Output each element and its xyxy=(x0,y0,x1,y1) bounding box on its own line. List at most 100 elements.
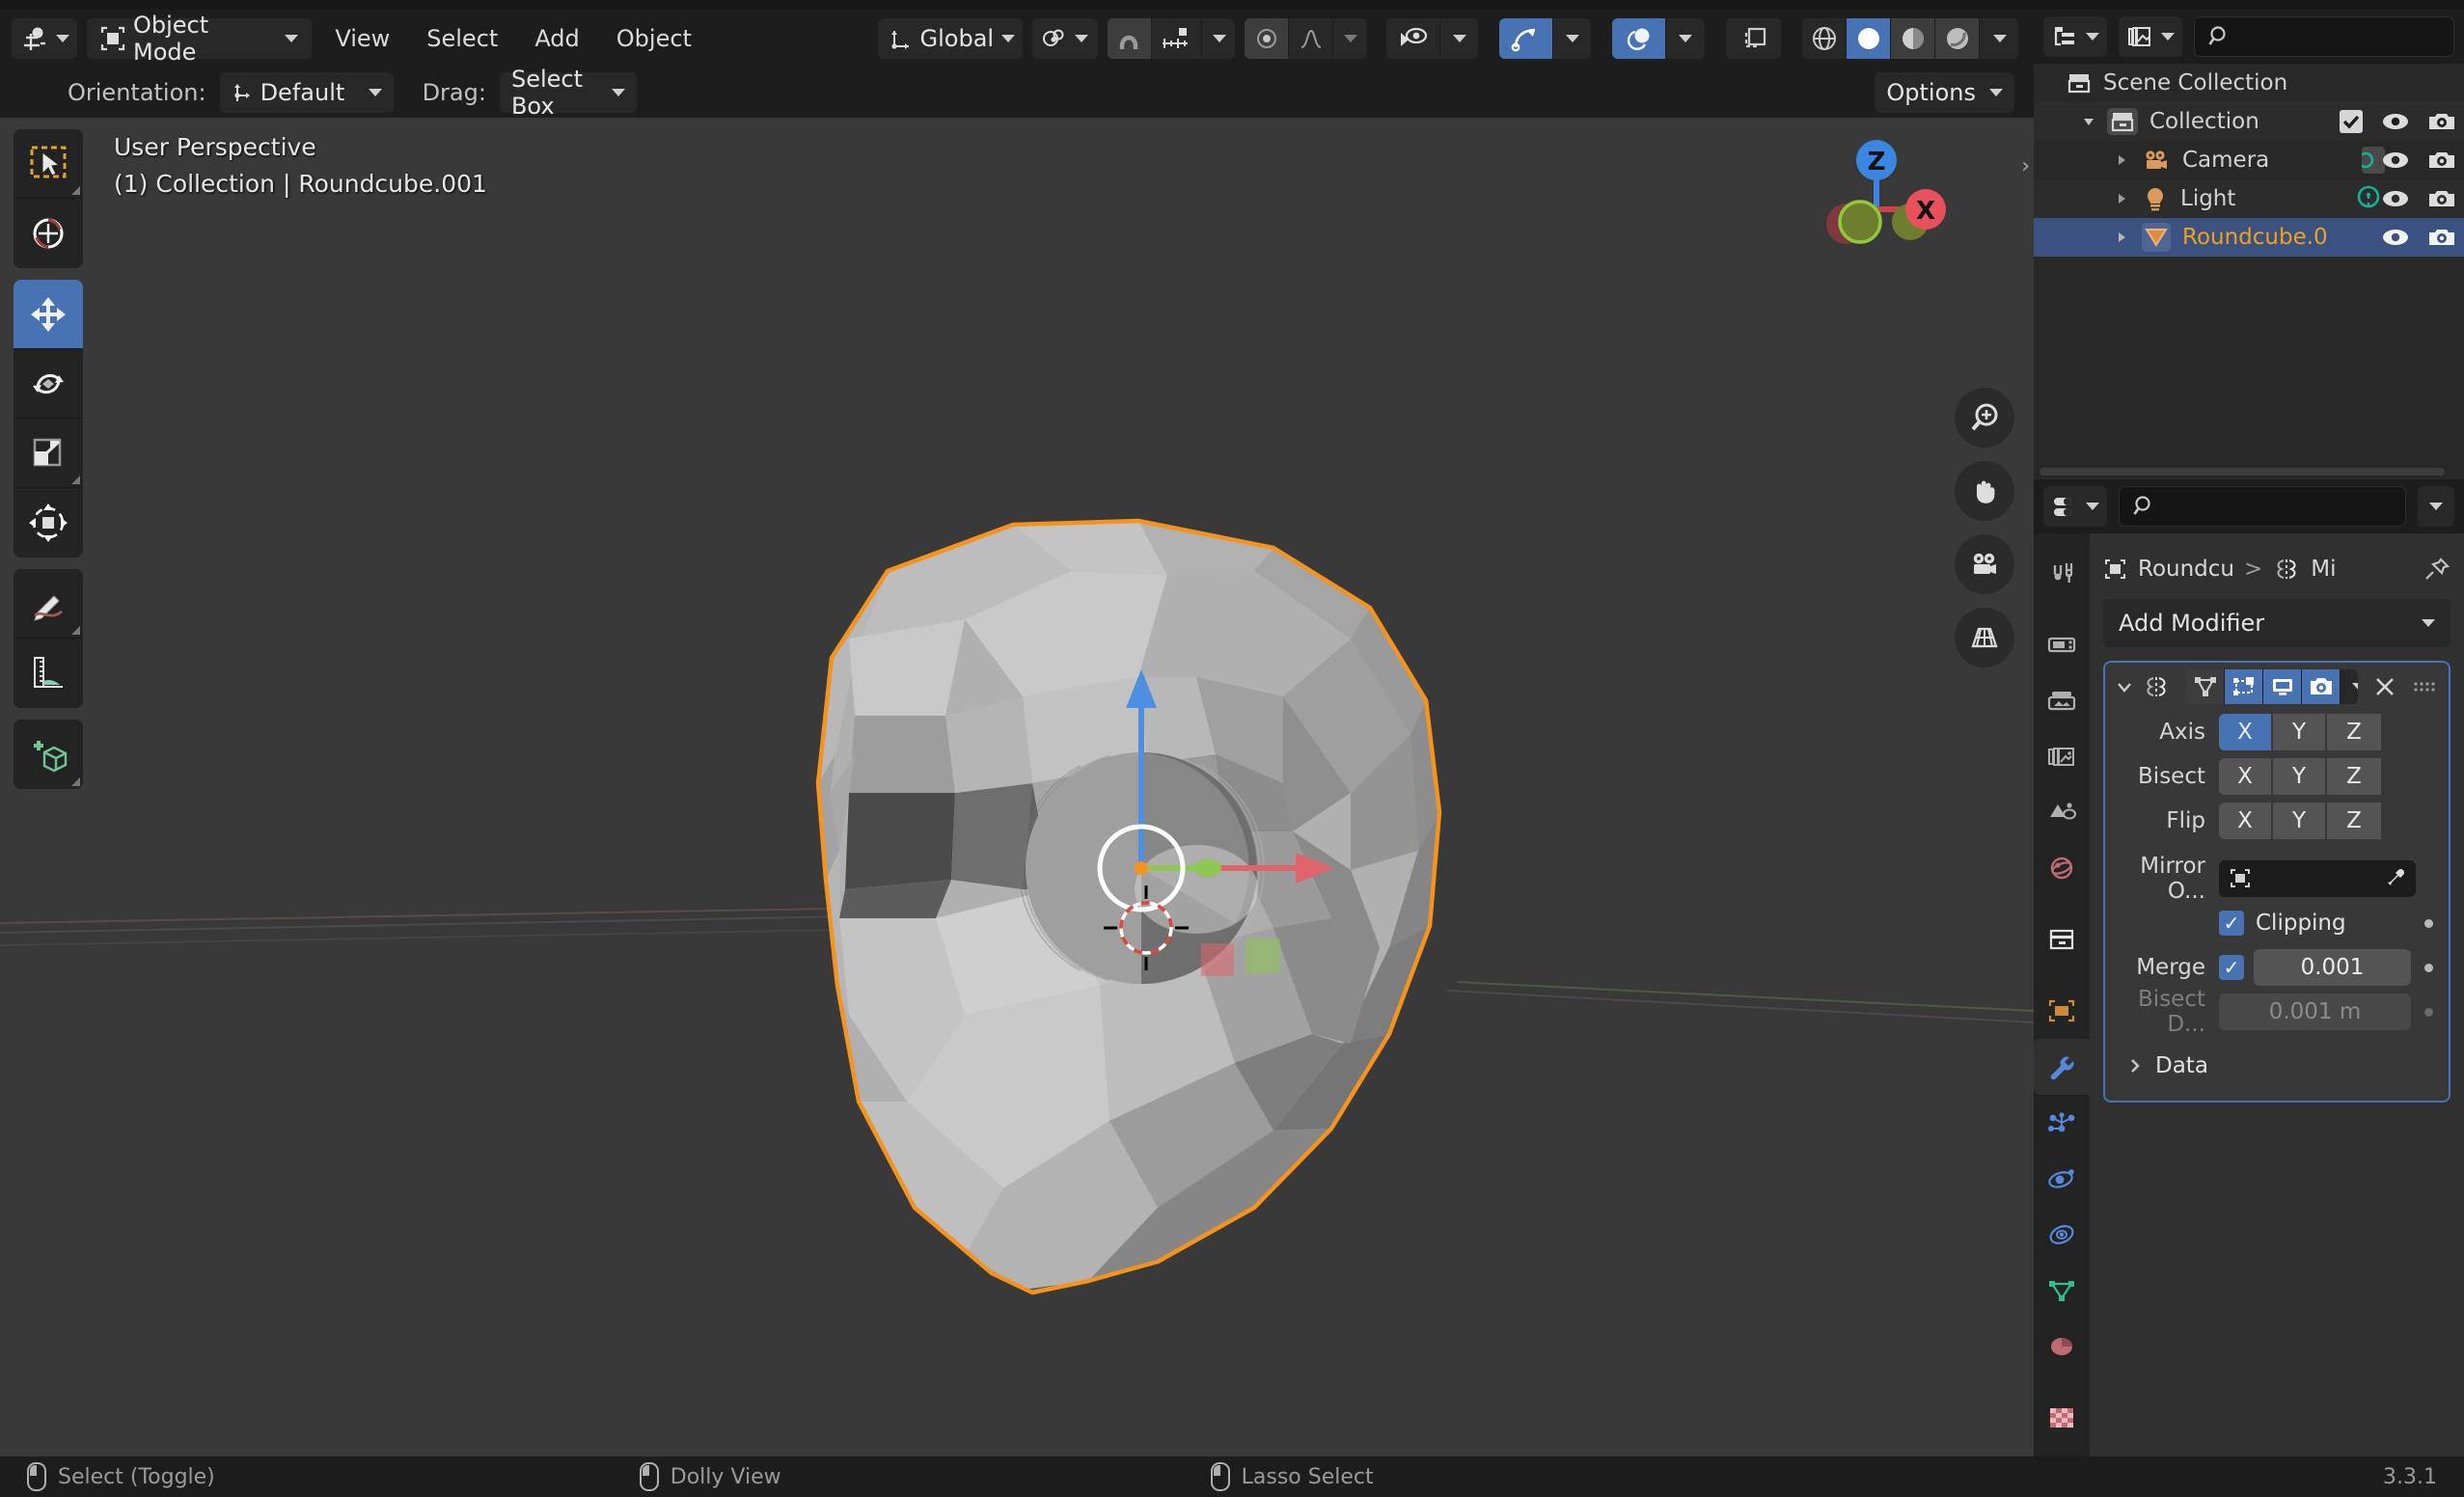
breadcrumb-object[interactable]: Roundcu xyxy=(2138,557,2234,582)
snap-settings[interactable] xyxy=(1151,18,1202,59)
outliner-row-scene-collection[interactable]: Scene Collection xyxy=(2034,64,2464,102)
transform-orientation-selector[interactable]: Global xyxy=(877,18,1023,59)
shading-material-preview[interactable] xyxy=(1891,18,1936,59)
expand-chevron-down-icon[interactable] xyxy=(2115,678,2134,695)
sidebar-collapse-arrow[interactable]: › xyxy=(2021,154,2030,178)
object-tab[interactable] xyxy=(2034,983,2090,1039)
particles-tab[interactable] xyxy=(2034,1095,2090,1151)
world-tab[interactable] xyxy=(2034,840,2090,896)
transform-tool[interactable] xyxy=(14,488,83,558)
camera-view-icon[interactable] xyxy=(1955,534,2014,594)
realtime-toggle[interactable] xyxy=(2263,669,2302,704)
tool-tab[interactable] xyxy=(2034,545,2090,601)
pan-hand-icon[interactable] xyxy=(1955,461,2014,521)
expander-right-icon[interactable] xyxy=(2109,191,2134,206)
outliner-row-roundcube[interactable]: Roundcube.0 xyxy=(2034,218,2464,257)
menu-object[interactable]: Object xyxy=(603,18,705,59)
flip-x-button[interactable]: X xyxy=(2219,803,2273,839)
overlays-toggle[interactable] xyxy=(1612,18,1667,59)
tweak-tool[interactable] xyxy=(14,129,83,199)
add-cube-tool[interactable] xyxy=(14,720,83,789)
proportional-toggle[interactable] xyxy=(1245,18,1290,59)
shading-solid[interactable] xyxy=(1847,18,1892,59)
menu-add[interactable]: Add xyxy=(521,18,592,59)
render-toggle[interactable] xyxy=(2302,669,2341,704)
animate-property-dot[interactable] xyxy=(2424,1007,2433,1017)
data-tab[interactable] xyxy=(2034,1263,2090,1319)
merge-value-field[interactable]: 0.001 xyxy=(2254,949,2411,986)
properties-editor-type-button[interactable] xyxy=(2043,486,2107,527)
measure-tool[interactable] xyxy=(14,639,83,708)
outliner-row-light[interactable]: Light xyxy=(2034,179,2464,218)
modifier-tab[interactable] xyxy=(2034,1039,2090,1095)
falloff-selector[interactable] xyxy=(1289,18,1334,59)
annotate-tool[interactable] xyxy=(14,569,83,639)
visibility-dropdown[interactable] xyxy=(1440,18,1479,59)
clipping-checkbox[interactable]: ✓ xyxy=(2219,911,2244,936)
flip-z-button[interactable]: Z xyxy=(2327,803,2381,839)
bisect-z-button[interactable]: Z xyxy=(2327,758,2381,795)
hide-in-viewport-icon[interactable] xyxy=(2381,110,2410,133)
expander-right-icon[interactable] xyxy=(2109,230,2134,245)
scene-tab[interactable] xyxy=(2034,784,2090,840)
animate-property-dot[interactable] xyxy=(2424,963,2433,972)
outliner-search-input[interactable] xyxy=(2194,16,2454,57)
navigation-gizmo[interactable]: X Z xyxy=(1794,127,1958,291)
mirror-object-field[interactable] xyxy=(2219,860,2416,897)
drag-dropdown[interactable]: Select Box xyxy=(499,66,637,120)
expander-down-icon[interactable] xyxy=(2076,114,2101,129)
collection-tab[interactable] xyxy=(2034,912,2090,967)
exclude-checkbox[interactable] xyxy=(2339,109,2364,134)
rotate-tool[interactable] xyxy=(14,349,83,419)
disable-in-render-icon[interactable] xyxy=(2427,149,2456,172)
merge-checkbox[interactable]: ✓ xyxy=(2219,955,2244,980)
snap-dropdown[interactable] xyxy=(1201,18,1236,59)
modifier-extras-dropdown[interactable] xyxy=(2341,669,2358,704)
outliner-row-collection[interactable]: Collection xyxy=(2034,102,2464,141)
cursor-tool[interactable] xyxy=(14,199,83,268)
flip-y-button[interactable]: Y xyxy=(2273,803,2327,839)
overlays-dropdown[interactable] xyxy=(1666,18,1705,59)
orientation-dropdown[interactable]: Default xyxy=(219,72,394,113)
move-tool[interactable] xyxy=(14,280,83,349)
x-close-icon[interactable] xyxy=(2373,675,2396,698)
ortho-persp-icon[interactable] xyxy=(1955,608,2014,667)
view-layer-tab[interactable] xyxy=(2034,728,2090,784)
add-modifier-button[interactable]: Add Modifier xyxy=(2103,599,2450,647)
gizmo-toggle[interactable] xyxy=(1499,18,1554,59)
shading-dropdown[interactable] xyxy=(1980,18,2019,59)
properties-search-input[interactable] xyxy=(2119,486,2406,527)
hide-in-viewport-icon[interactable] xyxy=(2381,149,2410,172)
xray-toggle[interactable] xyxy=(1725,18,1782,59)
editor-type-selector[interactable] xyxy=(12,18,77,59)
roundcube-mesh-object[interactable] xyxy=(0,118,2034,1456)
hide-in-viewport-icon[interactable] xyxy=(2381,226,2410,249)
breadcrumb-modifier[interactable]: Mi xyxy=(2311,557,2336,582)
object-visibility-toggle[interactable] xyxy=(1386,18,1441,59)
menu-view[interactable]: View xyxy=(321,18,403,59)
outliner-horizontal-scrollbar[interactable] xyxy=(2040,468,2445,476)
pin-icon[interactable] xyxy=(2423,557,2450,582)
bisect-x-button[interactable]: X xyxy=(2219,758,2273,795)
constraints-tab[interactable] xyxy=(2034,1207,2090,1263)
disable-in-render-icon[interactable] xyxy=(2427,110,2456,133)
viewport-canvas[interactable]: User Perspective (1) Collection | Roundc… xyxy=(0,118,2034,1456)
outliner-row-camera[interactable]: Camera xyxy=(2034,141,2464,179)
render-tab[interactable] xyxy=(2034,616,2090,672)
disable-in-render-icon[interactable] xyxy=(2427,226,2456,249)
shading-rendered[interactable] xyxy=(1935,18,1981,59)
on-cage-toggle[interactable] xyxy=(2186,669,2225,704)
hide-in-viewport-icon[interactable] xyxy=(2381,187,2410,210)
output-tab[interactable] xyxy=(2034,672,2090,728)
gizmo-dropdown[interactable] xyxy=(1553,18,1592,59)
properties-options-dropdown[interactable] xyxy=(2418,486,2454,527)
axis-x-button[interactable]: X xyxy=(2219,714,2273,750)
expander-right-icon[interactable] xyxy=(2109,152,2134,168)
data-section-row[interactable]: Data xyxy=(2105,1045,2449,1087)
zoom-icon[interactable] xyxy=(1955,388,2014,448)
mode-selector[interactable]: Object Mode xyxy=(87,12,313,66)
texture-tab[interactable] xyxy=(2034,1390,2090,1446)
outliner-display-mode-button[interactable] xyxy=(2043,16,2107,57)
edit-mode-toggle[interactable] xyxy=(2225,669,2263,704)
axis-z-button[interactable]: Z xyxy=(2327,714,2381,750)
